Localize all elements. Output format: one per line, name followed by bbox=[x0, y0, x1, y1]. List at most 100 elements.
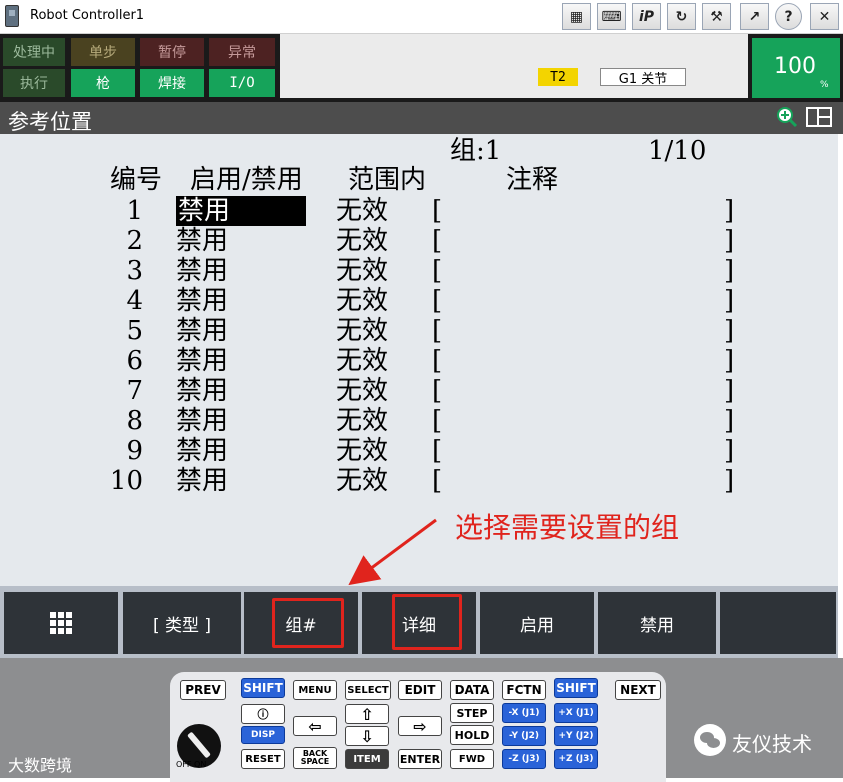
softkey-menu-grid[interactable] bbox=[4, 592, 118, 654]
override-value: 100 bbox=[774, 54, 816, 79]
status-weld: 焊接 bbox=[140, 69, 204, 97]
status-hold: 暂停 bbox=[140, 38, 204, 66]
row-comment-open: [ bbox=[432, 376, 443, 406]
softkey-enable[interactable]: 启用 bbox=[480, 592, 594, 654]
row-comment-open: [ bbox=[432, 346, 443, 376]
minus-z-key[interactable]: -Z (J3) bbox=[502, 749, 546, 769]
backspace-key[interactable]: BACK SPACE bbox=[293, 747, 337, 769]
softkey-type[interactable]: [ 类型 ] bbox=[123, 592, 241, 654]
softkey-empty bbox=[720, 592, 836, 654]
menu-key[interactable]: MENU bbox=[293, 680, 337, 700]
item-key[interactable]: ITEM bbox=[345, 749, 389, 769]
wechat-icon bbox=[694, 724, 726, 756]
shift-key-left[interactable]: SHIFT bbox=[241, 678, 285, 698]
row-comment-open: [ bbox=[432, 286, 443, 316]
prev-key[interactable]: PREV bbox=[180, 680, 226, 700]
row-number: 1 bbox=[126, 196, 143, 226]
override-display: 100 % bbox=[752, 38, 840, 98]
shift-key-right[interactable]: SHIFT bbox=[554, 678, 598, 698]
split-screen-icon[interactable] bbox=[806, 107, 832, 127]
row-number: 8 bbox=[126, 406, 143, 436]
row-enable-value[interactable]: 禁用 bbox=[176, 466, 228, 496]
screen-title-bar: 参考位置 bbox=[0, 102, 843, 134]
reset-key[interactable]: RESET bbox=[241, 749, 285, 769]
annotation-text: 选择需要设置的组 bbox=[455, 511, 680, 544]
zoom-icon[interactable] bbox=[776, 106, 798, 128]
row-comment-open: [ bbox=[432, 316, 443, 346]
row-number: 3 bbox=[126, 256, 143, 286]
disp-key[interactable]: DISP bbox=[241, 726, 285, 744]
screen-title: 参考位置 bbox=[8, 110, 92, 134]
row-comment-close: ] bbox=[724, 346, 735, 376]
row-comment-open: [ bbox=[432, 226, 443, 256]
data-key[interactable]: DATA bbox=[450, 680, 494, 700]
keyboard-icon[interactable]: ⌨ bbox=[597, 3, 626, 30]
row-comment-close: ] bbox=[724, 436, 735, 466]
softkey-disable[interactable]: 禁用 bbox=[598, 592, 716, 654]
highlight-detail-key bbox=[392, 594, 462, 650]
row-number: 4 bbox=[126, 286, 143, 316]
row-number: 5 bbox=[126, 316, 143, 346]
row-enable-value[interactable]: 禁用 bbox=[176, 436, 228, 466]
minus-y-key[interactable]: -Y (J2) bbox=[502, 726, 546, 746]
tools-icon[interactable]: ⚒ bbox=[702, 3, 731, 30]
close-icon[interactable]: ✕ bbox=[810, 3, 839, 30]
hold-key[interactable]: HOLD bbox=[450, 725, 494, 745]
arrow-down-key[interactable]: ⇩ bbox=[345, 726, 389, 746]
fctn-key[interactable]: FCTN bbox=[502, 680, 546, 700]
row-comment-open: [ bbox=[432, 196, 443, 226]
row-comment-open: [ bbox=[432, 406, 443, 436]
row-enable-value[interactable]: 禁用 bbox=[176, 256, 228, 286]
fwd-key[interactable]: FWD bbox=[450, 749, 494, 769]
row-range-value: 无效 bbox=[336, 376, 389, 406]
info-key[interactable]: ⓘ bbox=[241, 704, 285, 724]
next-key[interactable]: NEXT bbox=[615, 680, 661, 700]
group-coord-badge: G1 关节 bbox=[600, 68, 686, 87]
row-number: 6 bbox=[126, 346, 143, 376]
arrow-right-key[interactable]: ⇨ bbox=[398, 716, 442, 736]
arrow-up-key[interactable]: ⇧ bbox=[345, 704, 389, 724]
plus-z-key[interactable]: +Z (J3) bbox=[554, 749, 598, 769]
pendant-icon[interactable]: ▦ bbox=[562, 3, 591, 30]
watermark-left: 大数跨境 bbox=[8, 756, 73, 775]
minus-x-key[interactable]: -X (J1) bbox=[502, 703, 546, 723]
ip-icon[interactable]: iP bbox=[632, 3, 661, 30]
row-enable-value[interactable]: 禁用 bbox=[176, 376, 228, 406]
app-icon bbox=[5, 5, 19, 27]
select-key[interactable]: SELECT bbox=[345, 680, 391, 700]
row-comment-close: ] bbox=[724, 376, 735, 406]
row-number: 2 bbox=[126, 226, 143, 256]
grid-icon bbox=[50, 612, 72, 634]
edit-key[interactable]: EDIT bbox=[398, 680, 442, 700]
status-step: 单步 bbox=[71, 38, 135, 66]
row-enable-value[interactable]: 禁用 bbox=[176, 406, 228, 436]
row-comment-close: ] bbox=[724, 406, 735, 436]
plus-x-key[interactable]: +X (J1) bbox=[554, 703, 598, 723]
watermark-right: 友仪技术 bbox=[732, 732, 812, 756]
row-enable-value[interactable]: 禁用 bbox=[176, 346, 228, 376]
export-icon[interactable]: ↗ bbox=[740, 3, 769, 30]
highlight-group-key bbox=[272, 598, 344, 648]
row-range-value: 无效 bbox=[336, 316, 389, 346]
row-comment-open: [ bbox=[432, 466, 443, 496]
help-icon[interactable]: ? bbox=[775, 3, 802, 30]
row-range-value: 无效 bbox=[336, 436, 389, 466]
row-number: 10 bbox=[109, 466, 143, 496]
row-enable-value[interactable]: 禁用 bbox=[176, 286, 228, 316]
refresh-icon[interactable]: ↻ bbox=[667, 3, 696, 30]
row-comment-close: ] bbox=[724, 226, 735, 256]
row-enable-value[interactable]: 禁用 bbox=[176, 196, 306, 226]
row-comment-close: ] bbox=[724, 256, 735, 286]
header-comment: 注释 bbox=[506, 165, 559, 195]
key-switch-label: OFF ON bbox=[176, 760, 207, 769]
arrow-left-key[interactable]: ⇦ bbox=[293, 716, 337, 736]
mode-badge: T2 bbox=[538, 68, 578, 86]
page-indicator: 1/10 bbox=[648, 136, 707, 166]
step-key[interactable]: STEP bbox=[450, 703, 494, 723]
enter-key[interactable]: ENTER bbox=[398, 749, 442, 769]
plus-y-key[interactable]: +Y (J2) bbox=[554, 726, 598, 746]
row-enable-value[interactable]: 禁用 bbox=[176, 316, 228, 346]
row-number: 7 bbox=[126, 376, 143, 406]
row-enable-value[interactable]: 禁用 bbox=[176, 226, 228, 256]
header-enable: 启用/禁用 bbox=[190, 165, 303, 195]
